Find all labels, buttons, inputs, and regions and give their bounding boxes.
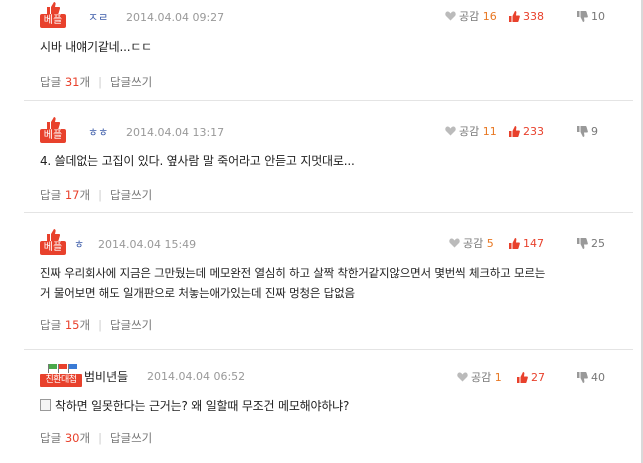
comment-nickname[interactable]: ㅎ bbox=[74, 236, 84, 252]
comment-body: 진짜 우리회사에 지금은 그만뒀는데 메모완전 열심히 하고 살짝 착한거같지않… bbox=[40, 263, 615, 303]
like-count: 16 bbox=[482, 10, 497, 23]
downvote-count: 10 bbox=[591, 10, 605, 23]
reply-toggle-link[interactable]: 답글 31개 bbox=[40, 75, 90, 89]
like-label: 공감 bbox=[471, 371, 492, 384]
reply-unit: 개 bbox=[79, 431, 91, 445]
write-reply-link[interactable]: 답글쓰기 bbox=[110, 431, 152, 445]
thumbs-up-icon bbox=[517, 372, 528, 383]
vote-buttons: 공감 1 27 40 bbox=[435, 370, 615, 386]
comment-body: 4. 쓸데없는 고집이 있다. 옆사람 말 죽어라고 안듣고 지멋대로... bbox=[40, 154, 355, 168]
heart-icon bbox=[445, 11, 456, 21]
comment-item: 베플 ㅎㅎ 2014.04.04 13:17 공감 11 233 9 4. 쓸데… bbox=[24, 115, 633, 213]
cleanbot-badge: 친환대첩 bbox=[40, 364, 82, 388]
reply-row: 답글 17개 | 답글쓰기 bbox=[40, 188, 153, 202]
comment-nickname[interactable]: 범비년들 bbox=[84, 368, 128, 385]
reply-count: 15 bbox=[64, 318, 80, 332]
upvote-count: 338 bbox=[523, 10, 544, 23]
comment-meta: 베플 ㅎㅎ 2014.04.04 13:17 공감 11 233 9 bbox=[40, 115, 615, 145]
comment-date: 2014.04.04 09:27 bbox=[126, 11, 225, 24]
best-label: 베플 bbox=[40, 241, 66, 255]
reply-toggle-link[interactable]: 답글 30개 bbox=[40, 431, 90, 445]
reply-count: 31 bbox=[64, 75, 80, 89]
reply-label: 답글 bbox=[40, 318, 62, 332]
like-count: 11 bbox=[482, 125, 497, 138]
reply-row: 답글 15개 | 답글쓰기 bbox=[40, 318, 153, 332]
thumbs-up-icon bbox=[509, 238, 520, 249]
best-label: 베플 bbox=[40, 14, 66, 28]
upvote-count: 147 bbox=[523, 237, 544, 250]
like-label: 공감 bbox=[463, 237, 484, 250]
reply-count: 30 bbox=[64, 431, 80, 445]
vote-buttons: 공감 16 338 10 bbox=[435, 9, 615, 25]
like-label: 공감 bbox=[459, 125, 480, 138]
best-comment-badge: 베플 bbox=[40, 117, 66, 143]
reply-row: 답글 30개 | 답글쓰기 bbox=[40, 431, 153, 445]
thumbs-down-icon bbox=[577, 11, 588, 22]
best-label: 베플 bbox=[40, 129, 66, 143]
memo-icon bbox=[40, 399, 51, 411]
reply-toggle-link[interactable]: 답글 15개 bbox=[40, 318, 90, 332]
flag-icon bbox=[68, 364, 78, 373]
vote-buttons: 공감 11 233 9 bbox=[435, 124, 615, 140]
comment-nickname[interactable]: ㅈㄹ bbox=[88, 9, 108, 25]
comment-nickname[interactable]: ㅎㅎ bbox=[88, 124, 108, 140]
thumbs-up-icon bbox=[47, 117, 60, 129]
reply-label: 답글 bbox=[40, 75, 62, 89]
comment-body-line: 진짜 우리회사에 지금은 그만뒀는데 메모완전 열심히 하고 살짝 착한거같지않… bbox=[40, 266, 546, 280]
downvote-count: 9 bbox=[591, 125, 598, 138]
heart-icon bbox=[445, 126, 456, 136]
vote-buttons: 공감 5 147 25 bbox=[435, 236, 615, 252]
comment-body: 시바 내얘기같네...ㄷㄷ bbox=[40, 40, 153, 54]
like-count: 1 bbox=[494, 371, 502, 384]
upvote-count: 27 bbox=[531, 371, 545, 384]
reply-count: 17 bbox=[64, 188, 80, 202]
comment-meta: 친환대첩 범비년들 2014.04.04 06:52 공감 1 27 40 bbox=[40, 358, 615, 388]
thumbs-down-icon bbox=[577, 238, 588, 249]
comment-item: 친환대첩 범비년들 2014.04.04 06:52 공감 1 27 40 착하… bbox=[24, 358, 633, 463]
heart-icon bbox=[457, 372, 468, 382]
reply-row: 답글 31개 | 답글쓰기 bbox=[40, 75, 153, 89]
comment-date: 2014.04.04 06:52 bbox=[147, 370, 246, 383]
reply-unit: 개 bbox=[79, 75, 91, 89]
heart-icon bbox=[449, 238, 460, 248]
reply-label: 답글 bbox=[40, 431, 62, 445]
comment-meta: 베플 ㅈㄹ 2014.04.04 09:27 공감 16 338 10 bbox=[40, 0, 615, 30]
comment-date: 2014.04.04 15:49 bbox=[98, 238, 197, 251]
thumbs-up-icon bbox=[47, 229, 60, 241]
write-reply-link[interactable]: 답글쓰기 bbox=[110, 75, 152, 89]
downvote-count: 25 bbox=[591, 237, 605, 250]
downvote-count: 40 bbox=[591, 371, 605, 384]
comment-meta: 베플 ㅎ 2014.04.04 15:49 공감 5 147 25 bbox=[40, 227, 615, 257]
thumbs-up-icon bbox=[509, 11, 520, 22]
upvote-count: 233 bbox=[523, 125, 544, 138]
thumbs-up-icon bbox=[47, 2, 60, 14]
cleanbot-label: 친환대첩 bbox=[40, 374, 82, 387]
write-reply-link[interactable]: 답글쓰기 bbox=[110, 318, 152, 332]
comment-body-line: 거 물어보면 해도 일개판으로 처놓는애가있는데 진짜 멍청은 답없음 bbox=[40, 286, 355, 300]
reply-unit: 개 bbox=[79, 188, 91, 202]
write-reply-link[interactable]: 답글쓰기 bbox=[110, 188, 152, 202]
flag-icon bbox=[48, 364, 58, 373]
best-comment-badge: 베플 bbox=[40, 2, 66, 28]
flag-icon bbox=[58, 364, 68, 373]
comment-item: 베플 ㅎ 2014.04.04 15:49 공감 5 147 25 진짜 우리회… bbox=[24, 227, 633, 350]
comment-body-text: 착하면 일못한다는 근거는? 왜 일할때 무조건 메모해야하냐? bbox=[55, 399, 350, 413]
like-count: 5 bbox=[486, 237, 494, 250]
thumbs-up-icon bbox=[509, 126, 520, 137]
reply-label: 답글 bbox=[40, 188, 62, 202]
comment-item: 베플 ㅈㄹ 2014.04.04 09:27 공감 16 338 10 시바 내… bbox=[24, 0, 633, 101]
reply-toggle-link[interactable]: 답글 17개 bbox=[40, 188, 90, 202]
thumbs-down-icon bbox=[577, 126, 588, 137]
like-label: 공감 bbox=[459, 10, 480, 23]
reply-unit: 개 bbox=[79, 318, 91, 332]
thumbs-down-icon bbox=[577, 372, 588, 383]
comment-date: 2014.04.04 13:17 bbox=[126, 126, 225, 139]
comment-body: 착하면 일못한다는 근거는? 왜 일할때 무조건 메모해야하냐? bbox=[40, 396, 615, 416]
best-comment-badge: 베플 bbox=[40, 229, 66, 255]
